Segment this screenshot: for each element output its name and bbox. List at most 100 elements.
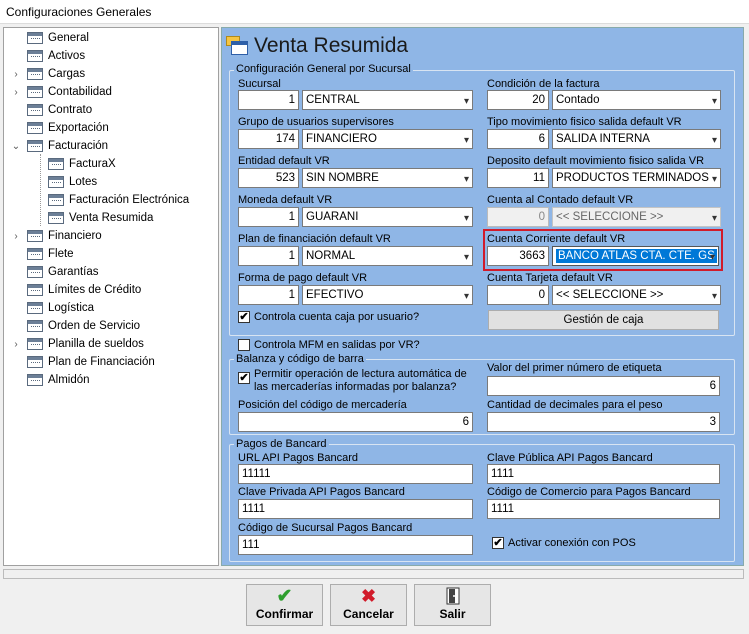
- cuenta-corriente-code-input[interactable]: 3663: [487, 246, 549, 266]
- chevron-down-icon: ▾: [711, 135, 717, 146]
- cuenta-contado-label: Cuenta al Contado default VR: [487, 194, 634, 206]
- confirmar-button-label: Confirmar: [255, 607, 314, 621]
- gestion-caja-button[interactable]: Gestión de caja: [488, 310, 719, 330]
- cuenta-corriente-dropdown-value: BANCO ATLAS CTA. CTE. GS: [556, 249, 717, 263]
- tree-item[interactable]: Límites de Crédito: [27, 281, 141, 299]
- permitir-label-line1: Permitir operación de lectura automática…: [254, 368, 467, 380]
- tree-item[interactable]: Venta Resumida: [48, 209, 153, 227]
- controla-mfm-label: Controla MFM en salidas por VR?: [254, 339, 420, 351]
- form-icon: [27, 50, 43, 62]
- checkmark-icon[interactable]: ✔: [238, 372, 250, 384]
- form-icon: [27, 68, 43, 80]
- tipo-mov-dropdown[interactable]: SALIDA INTERNA ▾: [552, 129, 721, 149]
- main-panel: Venta Resumida Configuración General por…: [221, 27, 744, 566]
- form-icon: [27, 32, 43, 44]
- codigo-comercio-input[interactable]: 1111: [487, 499, 720, 519]
- controla-caja-checkbox[interactable]: ✔ Controla cuenta caja por usuario?: [238, 311, 419, 324]
- tree-item[interactable]: Lotes: [48, 173, 97, 191]
- tree-item[interactable]: Facturación Electrónica: [48, 191, 189, 209]
- controla-mfm-checkbox[interactable]: Controla MFM en salidas por VR?: [238, 339, 420, 352]
- tree-item[interactable]: Contrato: [27, 101, 92, 119]
- chevron-down-icon[interactable]: ⌄: [11, 141, 21, 152]
- cross-icon: ✖: [360, 585, 377, 606]
- tree-item[interactable]: ⌄ Facturación: [12, 137, 108, 155]
- plan-code-input[interactable]: 1: [238, 246, 299, 266]
- check-icon: ✔: [276, 585, 293, 607]
- status-bar: [3, 569, 744, 579]
- cuenta-tarjeta-code-input[interactable]: 0: [487, 285, 549, 305]
- forma-pago-code-input[interactable]: 1: [238, 285, 299, 305]
- grupo-dropdown[interactable]: FINANCIERO ▾: [302, 129, 473, 149]
- sucursal-dropdown[interactable]: CENTRAL ▾: [302, 90, 473, 110]
- tree-item[interactable]: Exportación: [27, 119, 109, 137]
- tipo-mov-dropdown-value: SALIDA INTERNA: [556, 133, 650, 145]
- posicion-input[interactable]: 6: [238, 412, 473, 432]
- chevron-right-icon[interactable]: ›: [11, 87, 21, 98]
- tree-item[interactable]: Activos: [27, 47, 85, 65]
- chevron-down-icon: ▾: [463, 213, 469, 224]
- tree-item[interactable]: Garantías: [27, 263, 99, 281]
- sucursal-code-input[interactable]: 1: [238, 90, 299, 110]
- checkbox-empty-icon[interactable]: [238, 339, 250, 351]
- entidad-dropdown[interactable]: SIN NOMBRE ▾: [302, 168, 473, 188]
- plan-dropdown[interactable]: NORMAL ▾: [302, 246, 473, 266]
- grupo-label: Grupo de usuarios supervisores: [238, 116, 394, 128]
- chevron-down-icon: ▾: [711, 213, 717, 224]
- tree-item[interactable]: › Contabilidad: [14, 83, 112, 101]
- valor-primer-input[interactable]: 6: [487, 376, 720, 396]
- moneda-dropdown[interactable]: GUARANI ▾: [302, 207, 473, 227]
- page-header: Venta Resumida: [226, 34, 408, 58]
- deposito-dropdown-value: PRODUCTOS TERMINADOS: [556, 172, 709, 184]
- cuenta-corriente-dropdown[interactable]: BANCO ATLAS CTA. CTE. GS ▾: [552, 246, 719, 266]
- salir-button[interactable]: Salir: [414, 584, 491, 626]
- deposito-dropdown[interactable]: PRODUCTOS TERMINADOS ▾: [552, 168, 721, 188]
- tree-item-label: Facturación Electrónica: [69, 194, 190, 206]
- codigo-sucursal-input[interactable]: 111: [238, 535, 473, 555]
- permitir-lectura-checkbox[interactable]: ✔ Permitir operación de lectura automátic…: [238, 368, 467, 394]
- url-input[interactable]: 11111: [238, 464, 473, 484]
- activar-pos-checkbox[interactable]: ✔ Activar conexión con POS: [492, 537, 636, 550]
- grupo-code-input[interactable]: 174: [238, 129, 299, 149]
- form-icon: [27, 248, 43, 260]
- form-icon: [48, 194, 64, 206]
- deposito-code-input[interactable]: 11: [487, 168, 549, 188]
- tree-item[interactable]: › Cargas: [14, 65, 85, 83]
- condicion-dropdown[interactable]: Contado ▾: [552, 90, 721, 110]
- tree-item[interactable]: FacturaX: [48, 155, 116, 173]
- tree-item[interactable]: › Financiero: [14, 227, 102, 245]
- tree-item-label: Contabilidad: [48, 86, 112, 98]
- checkmark-icon[interactable]: ✔: [238, 311, 250, 323]
- cuenta-tarjeta-label: Cuenta Tarjeta default VR: [487, 272, 613, 284]
- form-icon: [27, 284, 43, 296]
- chevron-right-icon[interactable]: ›: [11, 231, 21, 242]
- controla-caja-label: Controla cuenta caja por usuario?: [254, 311, 420, 323]
- tipo-mov-code-input[interactable]: 6: [487, 129, 549, 149]
- tree-item[interactable]: › Planilla de sueldos: [14, 335, 144, 353]
- codigo-comercio-label: Código de Comercio para Pagos Bancard: [487, 486, 691, 498]
- tree-item[interactable]: General: [27, 29, 89, 47]
- entidad-code-input[interactable]: 523: [238, 168, 299, 188]
- chevron-down-icon: ▾: [711, 291, 717, 302]
- clave-privada-input[interactable]: 1111: [238, 499, 473, 519]
- chevron-right-icon[interactable]: ›: [11, 339, 21, 350]
- tree-item-label: Exportación: [48, 122, 109, 134]
- tree-item[interactable]: Plan de Financiación: [27, 353, 155, 371]
- cuenta-tarjeta-dropdown[interactable]: << SELECCIONE >> ▾: [552, 285, 721, 305]
- tree-item[interactable]: Logística: [27, 299, 94, 317]
- moneda-code-input[interactable]: 1: [238, 207, 299, 227]
- form-icon: [27, 140, 43, 152]
- condicion-code-input[interactable]: 20: [487, 90, 549, 110]
- decimales-input[interactable]: 3: [487, 412, 720, 432]
- tree-item[interactable]: Flete: [27, 245, 74, 263]
- tree-item[interactable]: Almidón: [27, 371, 90, 389]
- form-icon: [27, 338, 43, 350]
- confirmar-button[interactable]: ✔ Confirmar: [246, 584, 323, 626]
- chevron-right-icon[interactable]: ›: [11, 69, 21, 80]
- checkmark-icon[interactable]: ✔: [492, 537, 504, 549]
- settings-tree[interactable]: General Activos › Cargas › Contabilidad Contra…: [3, 27, 219, 566]
- cancelar-button[interactable]: ✖ Cancelar: [330, 584, 407, 626]
- forma-pago-dropdown[interactable]: EFECTIVO ▾: [302, 285, 473, 305]
- tree-item[interactable]: Orden de Servicio: [27, 317, 140, 335]
- chevron-down-icon: ▾: [463, 96, 469, 107]
- clave-publica-input[interactable]: 1111: [487, 464, 720, 484]
